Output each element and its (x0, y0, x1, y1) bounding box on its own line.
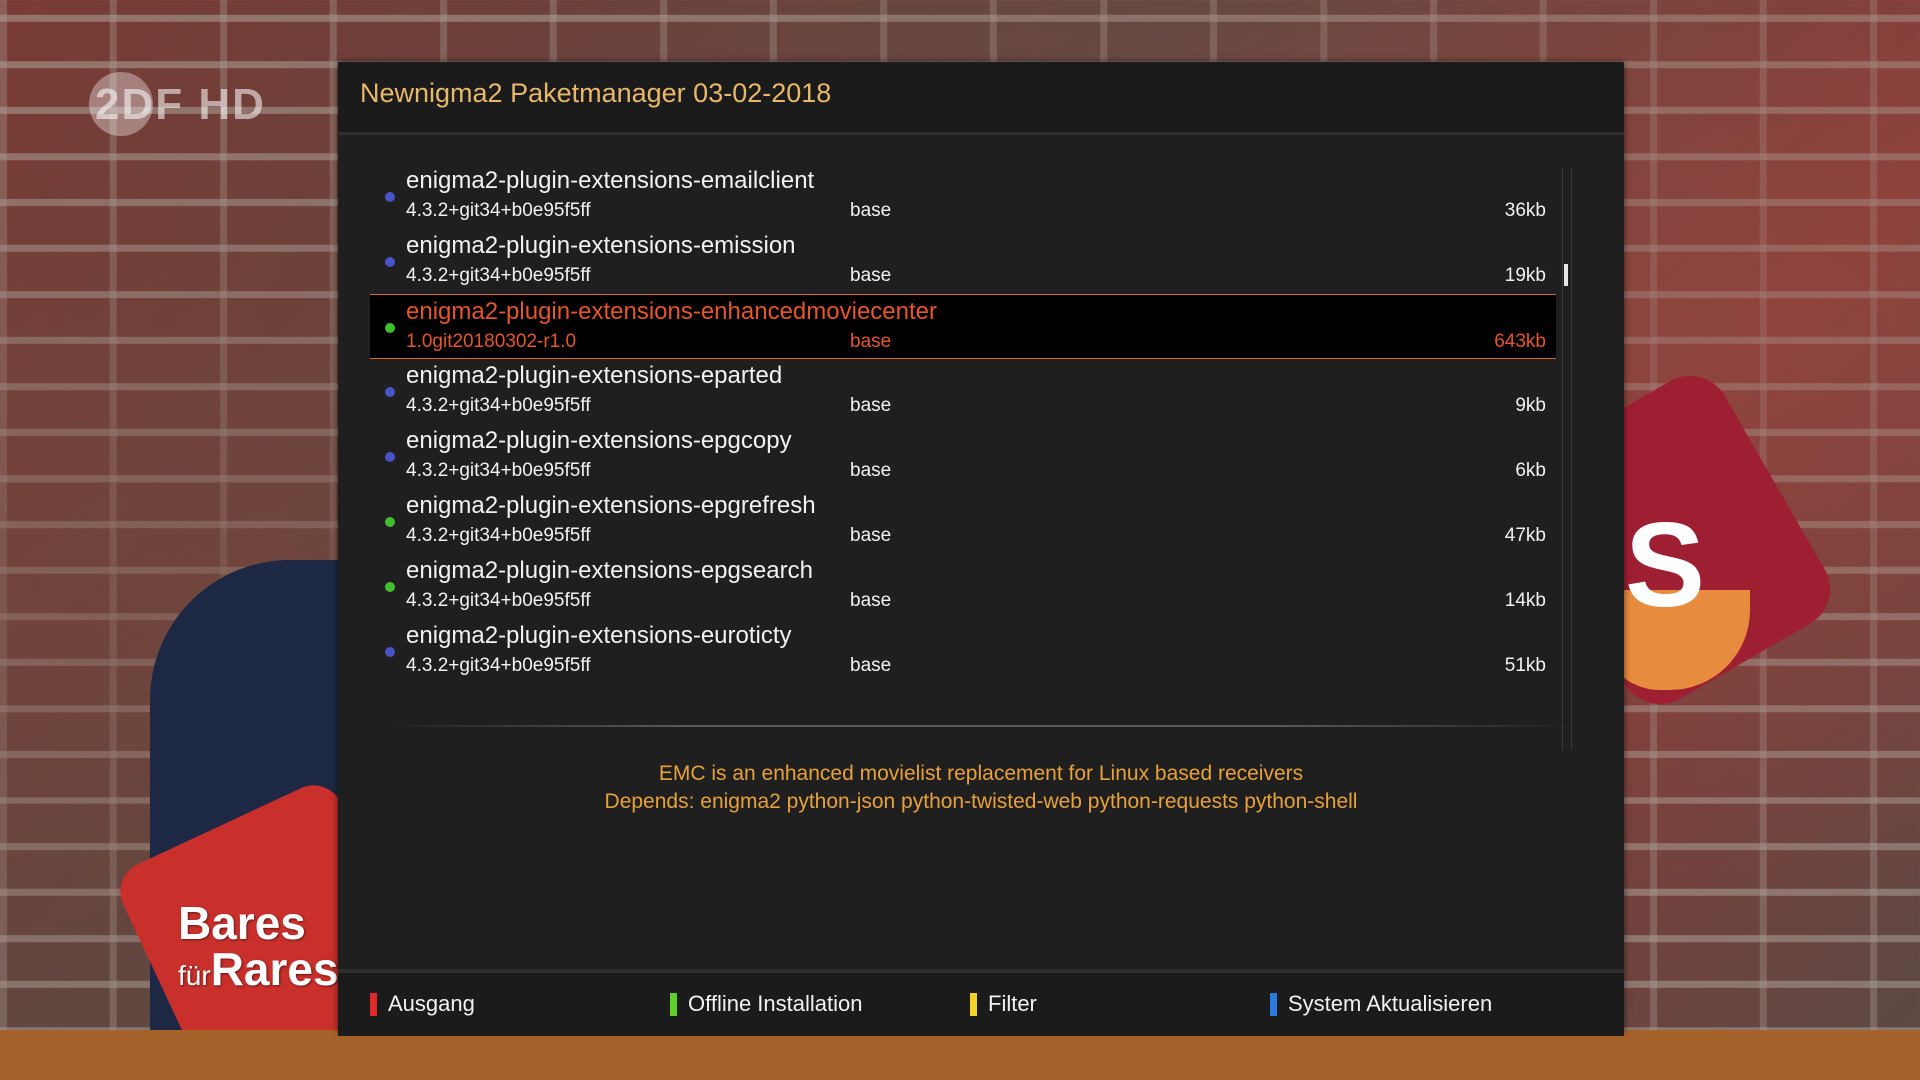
package-description: EMC is an enhanced movielist replacement… (338, 760, 1624, 816)
package-version: 1.0git20180302-r1.0 (406, 331, 577, 352)
yellow-key-icon (970, 993, 977, 1016)
package-size: 47kb (1504, 525, 1546, 546)
status-dot-icon (385, 257, 395, 267)
show-logo-line2-text: Rares (210, 943, 339, 995)
package-version: 4.3.2+git34+b0e95f5ff (406, 265, 591, 286)
red-key-icon (370, 993, 377, 1016)
green-key-label: Offline Installation (688, 991, 863, 1016)
scrollbar-thumb[interactable] (1564, 264, 1568, 286)
status-dot-icon (385, 582, 395, 592)
green-key-icon (670, 993, 677, 1016)
package-size: 643kb (1494, 331, 1546, 352)
show-logo-line1: Bares (178, 897, 306, 949)
package-section: base (850, 460, 892, 481)
package-size: 36kb (1504, 200, 1546, 221)
title-bar: Newnigma2 Paketmanager 03-02-2018 (338, 62, 1624, 135)
package-version: 4.3.2+git34+b0e95f5ff (406, 655, 591, 676)
blue-key-icon (1270, 993, 1277, 1016)
package-row[interactable]: enigma2-plugin-extensions-euroticty 4.3.2… (370, 619, 1556, 682)
color-key-bar: Ausgang Offline Installation Filter Syst… (338, 969, 1624, 1036)
channel-logo-text: 2DF HD (95, 80, 266, 129)
package-name: enigma2-plugin-extensions-emission (406, 232, 796, 259)
package-name: enigma2-plugin-extensions-euroticty (406, 622, 792, 649)
package-section: base (850, 655, 892, 676)
package-list[interactable]: enigma2-plugin-extensions-emailclient 4.3… (370, 164, 1556, 749)
package-version: 4.3.2+git34+b0e95f5ff (406, 525, 591, 546)
show-logo-line2: fürRares (178, 946, 339, 999)
description-line-2: Depends: enigma2 python-json python-twis… (604, 790, 1358, 813)
blue-key-label: System Aktualisieren (1288, 991, 1493, 1016)
package-name: enigma2-plugin-extensions-epgrefresh (406, 492, 816, 519)
package-section: base (850, 331, 892, 352)
package-section: base (850, 590, 892, 611)
package-size: 19kb (1504, 265, 1546, 286)
show-logo-small: für (178, 960, 211, 991)
package-version: 4.3.2+git34+b0e95f5ff (406, 395, 591, 416)
status-dot-icon (385, 517, 395, 527)
status-dot-icon (385, 323, 395, 333)
description-line-1: EMC is an enhanced movielist replacement… (658, 762, 1304, 785)
package-section: base (850, 525, 892, 546)
package-section: base (850, 200, 892, 221)
status-dot-icon (385, 452, 395, 462)
package-size: 9kb (1515, 395, 1546, 416)
show-logo-text: Bares fürRares (178, 900, 339, 999)
package-version: 4.3.2+git34+b0e95f5ff (406, 200, 591, 221)
package-size: 14kb (1504, 590, 1546, 611)
status-dot-icon (385, 647, 395, 657)
package-row[interactable]: enigma2-plugin-extensions-epgcopy 4.3.2+g… (370, 424, 1556, 487)
package-name: enigma2-plugin-extensions-emailclient (406, 167, 815, 194)
package-row[interactable]: enigma2-plugin-extensions-epgsearch 4.3.2… (370, 554, 1556, 617)
package-row[interactable]: enigma2-plugin-extensions-epgrefresh 4.3.… (370, 489, 1556, 552)
package-version: 4.3.2+git34+b0e95f5ff (406, 460, 591, 481)
package-size: 51kb (1504, 655, 1546, 676)
channel-logo: 2DF HD (89, 72, 266, 136)
package-manager-window: Newnigma2 Paketmanager 03-02-2018 enigma… (338, 62, 1624, 1036)
package-section: base (850, 265, 892, 286)
yellow-key-label: Filter (988, 991, 1037, 1016)
background-badge-letter: S (1625, 498, 1706, 632)
status-dot-icon (385, 192, 395, 202)
package-row[interactable]: enigma2-plugin-extensions-emission 4.3.2+… (370, 229, 1556, 292)
package-row[interactable]: enigma2-plugin-extensions-eparted 4.3.2+g… (370, 359, 1556, 422)
package-name: enigma2-plugin-extensions-enhancedmoviec… (406, 298, 937, 325)
status-dot-icon (385, 387, 395, 397)
window-title: Newnigma2 Paketmanager 03-02-2018 (360, 78, 832, 108)
list-scrollbar[interactable] (1562, 168, 1572, 750)
package-name: enigma2-plugin-extensions-epgsearch (406, 557, 813, 584)
package-row-selected[interactable]: enigma2-plugin-extensions-enhancedmoviec… (370, 294, 1556, 359)
package-name: enigma2-plugin-extensions-eparted (406, 362, 783, 389)
divider (388, 725, 1574, 727)
package-size: 6kb (1515, 460, 1546, 481)
package-name: enigma2-plugin-extensions-epgcopy (406, 427, 792, 454)
package-row[interactable]: enigma2-plugin-extensions-emailclient 4.3… (370, 164, 1556, 227)
background-floor (0, 1030, 1920, 1080)
package-version: 4.3.2+git34+b0e95f5ff (406, 590, 591, 611)
package-section: base (850, 395, 892, 416)
red-key-label: Ausgang (388, 991, 475, 1016)
